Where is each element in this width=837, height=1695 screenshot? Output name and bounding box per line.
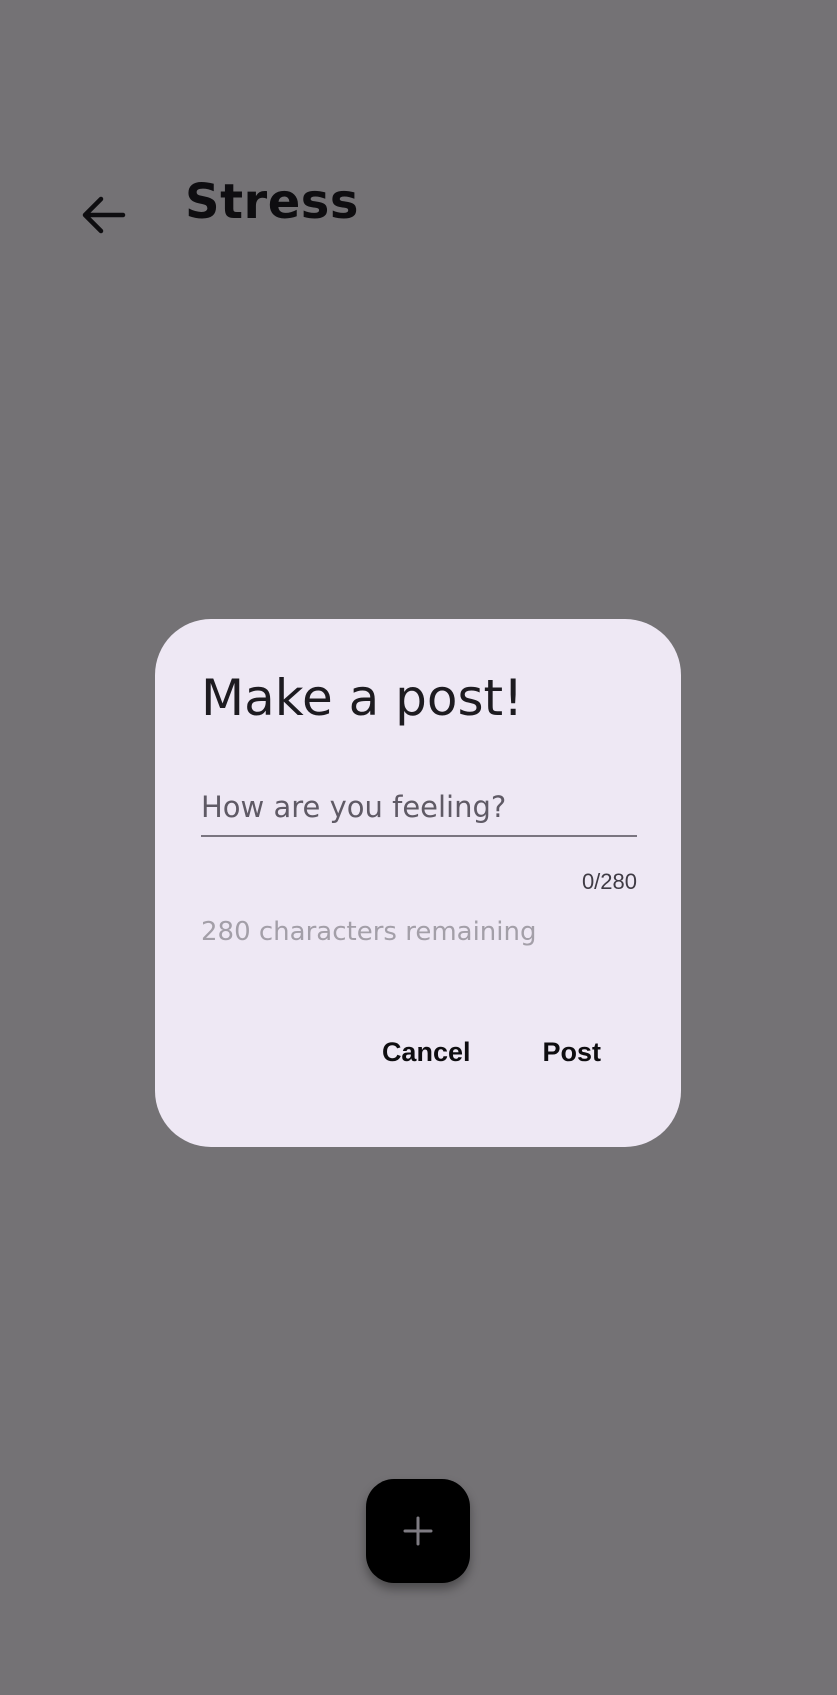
- dialog-actions: Cancel Post: [346, 1019, 637, 1086]
- cancel-button[interactable]: Cancel: [346, 1019, 507, 1086]
- post-button[interactable]: Post: [506, 1019, 637, 1086]
- add-post-fab[interactable]: [366, 1479, 470, 1583]
- plus-icon: [403, 1516, 433, 1546]
- make-post-dialog: Make a post! 0/280 280 characters remain…: [155, 619, 681, 1147]
- post-input-field: [201, 779, 637, 837]
- dialog-title: Make a post!: [201, 669, 524, 727]
- characters-remaining-text: 280 characters remaining: [201, 917, 537, 947]
- character-counter: 0/280: [581, 869, 637, 894]
- post-text-input[interactable]: [201, 779, 637, 835]
